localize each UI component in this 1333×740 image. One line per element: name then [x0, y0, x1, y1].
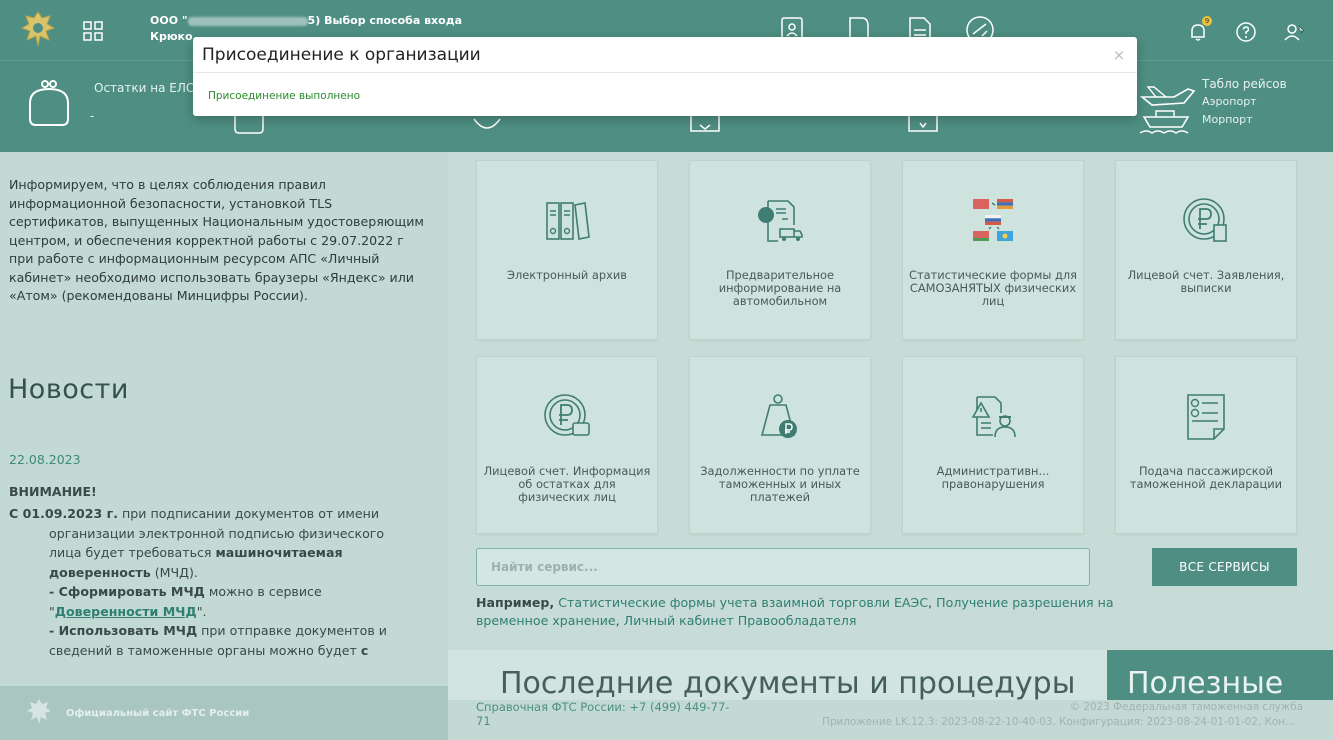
useful-panel: Полезные: [1107, 650, 1333, 700]
apps-grid-icon[interactable]: [82, 20, 104, 42]
tile-passenger-declaration[interactable]: Подача пассажирской таможенной деклараци…: [1115, 356, 1297, 534]
ruble-wallet-icon: [544, 394, 590, 436]
tile-label: Лицевой счет. Информация об остатках для…: [483, 464, 651, 504]
purse-icon[interactable]: [22, 75, 76, 129]
mchd-link[interactable]: Доверенности МЧД: [55, 604, 197, 619]
warning-officer-icon: [971, 396, 1016, 438]
checklist-form-icon: [1187, 394, 1225, 440]
ruble-account-icon: [1183, 198, 1227, 242]
flights-seaport-link[interactable]: Морпорт: [1202, 111, 1287, 129]
left-footer: Официальный сайт ФТС России: [0, 686, 448, 740]
tile-label: Электронный архив: [507, 268, 627, 282]
service-search-input[interactable]: [477, 549, 1089, 585]
calendar-icon[interactable]: [906, 113, 940, 135]
tile-statistic-forms[interactable]: Статистические формы для САМОЗАНЯТЫХ физ…: [902, 160, 1084, 340]
coin-icon[interactable]: [470, 113, 504, 135]
news-date: 22.08.2023: [9, 452, 81, 467]
recent-docs-title: Последние документы и процедуры: [500, 666, 1076, 700]
weight-ruble-icon: [760, 394, 797, 438]
help-phone[interactable]: Справочная ФТС России: +7 (499) 449-77- …: [476, 700, 776, 728]
search-examples: Например, Статистические формы учета вза…: [476, 595, 1114, 628]
news-body: С 01.09.2023 г. при подписании документо…: [9, 506, 387, 658]
service-search[interactable]: [476, 548, 1090, 586]
org-name-redacted: [187, 16, 308, 26]
success-message: Присоединение выполнено: [208, 90, 361, 102]
modal-divider: [193, 72, 1137, 73]
balance-value: -: [90, 109, 95, 123]
tile-label: Лицевой счет. Заявления, выписки: [1127, 268, 1285, 295]
tile-label: Административн... правонарушения: [936, 464, 1050, 491]
declaration-icon[interactable]: [688, 113, 722, 135]
tile-label: Подача пассажирской таможенной деклараци…: [1129, 464, 1283, 491]
main-footer: Справочная ФТС России: +7 (499) 449-77- …: [448, 700, 1333, 740]
flights-board-icon[interactable]: [1134, 75, 1200, 137]
tile-electronic-archive[interactable]: Электронный архив: [476, 160, 658, 340]
custom-document-truck-icon: [758, 200, 803, 242]
login-method-link[interactable]: 5) Выбор способа входа: [308, 14, 462, 27]
modal-title: Присоединение к организации: [202, 45, 481, 65]
tile-offences[interactable]: Административн... правонарушения: [902, 356, 1084, 534]
tile-account-balances[interactable]: Лицевой счет. Информация об остатках для…: [476, 356, 658, 534]
flights-airport-link[interactable]: Аэропорт: [1202, 93, 1287, 111]
useful-title: Полезные: [1127, 666, 1284, 700]
notification-badge: 9: [1202, 16, 1212, 26]
app-version: Приложение LK.12.3: 2023-08-22-10-40-03,…: [822, 716, 1295, 728]
tile-account-statements[interactable]: Лицевой счет. Заявления, выписки: [1115, 160, 1297, 340]
example-link-eaeu-stat[interactable]: Статистические формы учета взаимной торг…: [558, 595, 928, 610]
balance-label: Остатки на ЕЛС: [94, 81, 195, 95]
tile-label: Предварительное информирование на автомо…: [718, 268, 842, 308]
tile-debts[interactable]: Задолженности по уплате таможенных и ины…: [689, 356, 871, 534]
official-site-link[interactable]: Официальный сайт ФТС России: [66, 708, 249, 719]
help-icon[interactable]: [1234, 20, 1258, 44]
country-flags-icon: [973, 199, 1013, 241]
user-profile-icon[interactable]: [1282, 20, 1306, 44]
tile-preliminary-info[interactable]: Предварительное информирование на автомо…: [689, 160, 871, 340]
wallet-icon[interactable]: [232, 113, 266, 135]
left-column: Информируем, что в целях соблюдения прав…: [0, 152, 448, 686]
example-link-rightholder-cabinet[interactable]: Личный кабинет Правообладателя: [624, 613, 857, 628]
close-icon[interactable]: ×: [1111, 47, 1127, 63]
flights-links[interactable]: Табло рейсов Аэропорт Морпорт: [1202, 75, 1287, 129]
copyright: © 2023 Федеральная таможенная служба: [1069, 701, 1303, 713]
security-notice: Информируем, что в целях соблюдения прав…: [9, 177, 424, 303]
org-name: ООО ": [150, 14, 188, 27]
tile-label: Статистические формы для САМОЗАНЯТЫХ физ…: [909, 268, 1077, 308]
all-services-button[interactable]: ВСЕ СЕРВИСЫ: [1152, 548, 1297, 586]
fts-emblem-icon: [27, 699, 51, 724]
news-heading: ВНИМАНИЕ!: [9, 484, 97, 499]
flights-title[interactable]: Табло рейсов: [1202, 75, 1287, 93]
recent-docs-panel: Последние документы и процедуры: [448, 650, 1108, 700]
tile-label: Задолженности по уплате таможенных и ины…: [700, 464, 860, 504]
archive-binders-icon: [546, 202, 590, 240]
customs-emblem-icon[interactable]: [16, 8, 60, 52]
join-organization-modal: Присоединение к организации × Присоедине…: [193, 37, 1137, 116]
news-title: Новости: [8, 374, 129, 405]
